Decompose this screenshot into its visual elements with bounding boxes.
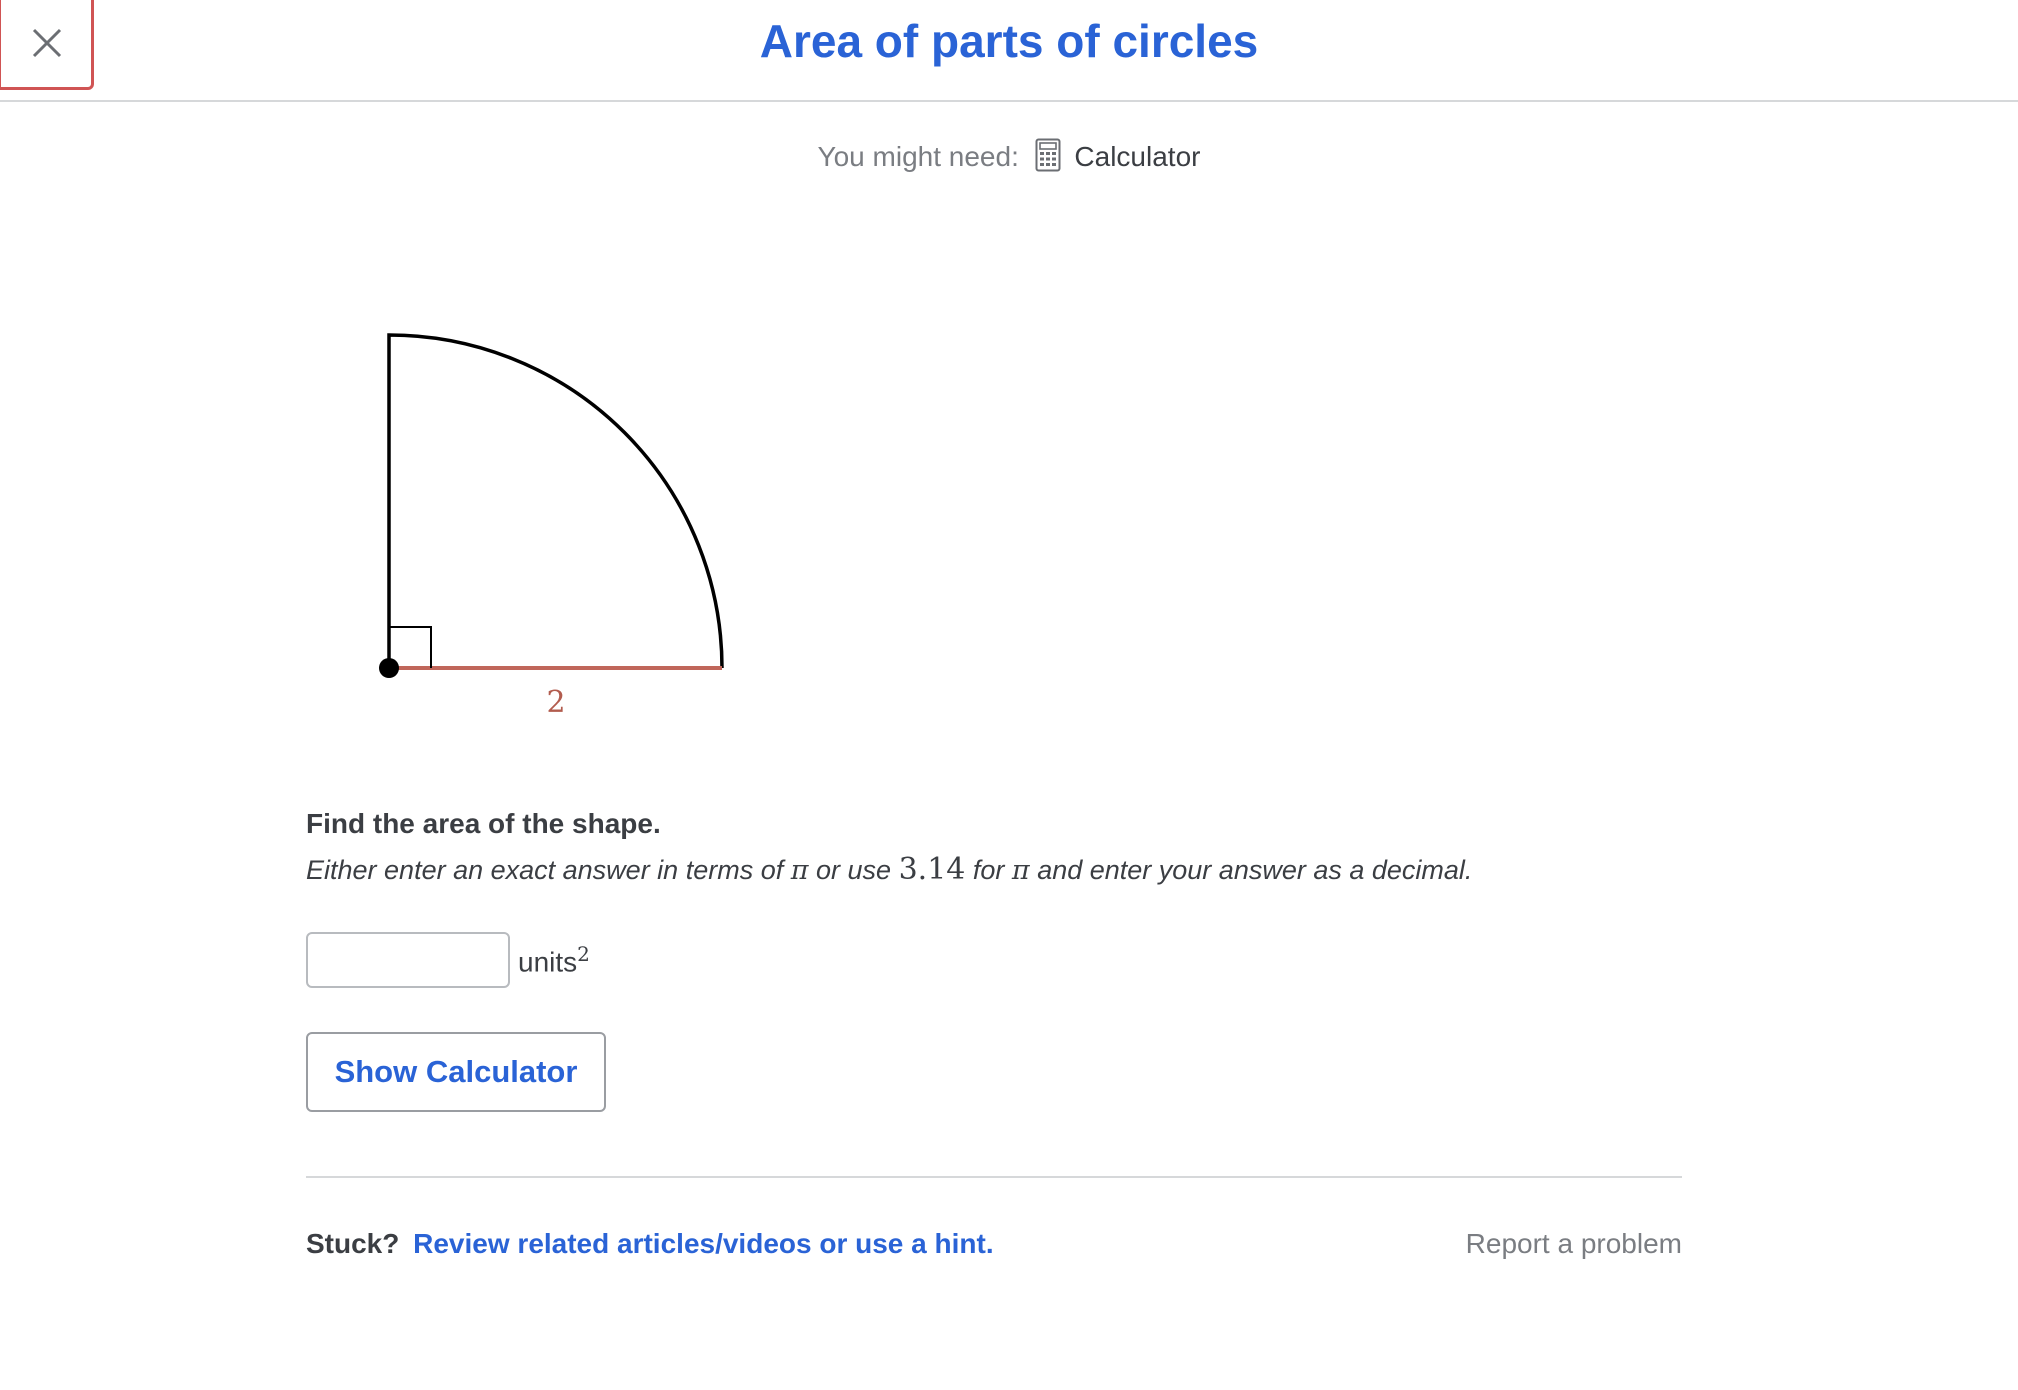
header-bar: Area of parts of circles (0, 0, 2018, 102)
tools-prefix: You might need: (817, 141, 1019, 172)
center-point (379, 658, 399, 678)
answer-row: units2 (306, 932, 590, 988)
instruction-part1: Either enter an exact answer in terms of (306, 855, 784, 885)
radius-label: 2 (546, 685, 565, 720)
footer: Stuck? Review related articles/videos or… (306, 1228, 1682, 1260)
page-title: Area of parts of circles (759, 15, 1259, 67)
instruction-part2: or use (816, 855, 892, 885)
question-prompt: Find the area of the shape. (306, 808, 661, 839)
tools-needed: You might need: Calculator (0, 138, 2018, 173)
calculator-icon (1035, 138, 1061, 172)
calculator-label: Calculator (1074, 141, 1201, 172)
question-instruction: Either enter an exact answer in terms of… (306, 852, 1706, 887)
hint-link[interactable]: Review related articles/videos or use a … (413, 1228, 993, 1259)
report-problem-link[interactable]: Report a problem (1466, 1228, 1682, 1260)
instruction-part3: for (972, 855, 1005, 885)
pi-symbol: π (790, 855, 809, 886)
quarter-circle-outline (387, 333, 724, 669)
answer-input[interactable] (306, 932, 510, 988)
pi-symbol-2: π (1011, 855, 1030, 886)
pi-value: 3.14 (898, 852, 966, 887)
divider (306, 1176, 1682, 1178)
question-block: Find the area of the shape. Either enter… (306, 808, 1706, 887)
units-label: units2 (518, 942, 590, 978)
units-exponent: 2 (577, 941, 590, 966)
units-text: units (518, 946, 578, 978)
stuck-label: Stuck? (306, 1228, 400, 1259)
quarter-circle-figure: 2 (379, 333, 724, 720)
instruction-part4: and enter your answer as a decimal. (1037, 855, 1473, 885)
show-calculator-button[interactable]: Show Calculator (306, 1032, 606, 1112)
